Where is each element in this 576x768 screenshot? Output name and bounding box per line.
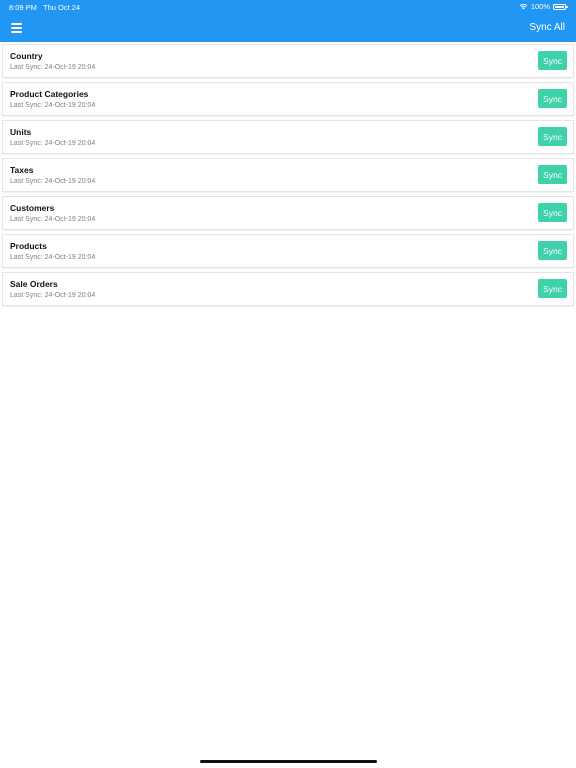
sync-customers-button[interactable]: Sync [538, 203, 567, 222]
list-item: Products Last Sync: 24-Oct-19 20:04 Sync [2, 234, 574, 268]
item-title: Product Categories [10, 89, 89, 99]
item-title: Customers [10, 203, 55, 213]
sync-units-button[interactable]: Sync [538, 127, 567, 146]
item-last-sync: Last Sync: 24-Oct-19 20:04 [10, 178, 96, 185]
sync-sale-orders-button[interactable]: Sync [538, 279, 567, 298]
app-header: 8:09 PM Thu Oct 24 100% Sync All [0, 0, 576, 42]
list-item: Customers Last Sync: 24-Oct-19 20:04 Syn… [2, 196, 574, 230]
item-last-sync: Last Sync: 24-Oct-19 20:04 [10, 292, 96, 299]
item-last-sync: Last Sync: 24-Oct-19 20:04 [10, 102, 96, 109]
sync-all-button[interactable]: Sync All [529, 22, 565, 33]
item-title: Sale Orders [10, 279, 58, 289]
list-item: Sale Orders Last Sync: 24-Oct-19 20:04 S… [2, 272, 574, 306]
item-title: Taxes [10, 165, 34, 175]
item-title: Units [10, 127, 32, 137]
list-item: Product Categories Last Sync: 24-Oct-19 … [2, 82, 574, 116]
item-last-sync: Last Sync: 24-Oct-19 20:04 [10, 140, 96, 147]
item-title: Products [10, 241, 47, 251]
sync-country-button[interactable]: Sync [538, 51, 567, 70]
status-bar: 8:09 PM Thu Oct 24 100% [0, 0, 576, 14]
sync-list: Country Last Sync: 24-Oct-19 20:04 Sync … [2, 44, 574, 310]
sync-taxes-button[interactable]: Sync [538, 165, 567, 184]
sync-product-categories-button[interactable]: Sync [538, 89, 567, 108]
item-title: Country [10, 51, 43, 61]
list-item: Units Last Sync: 24-Oct-19 20:04 Sync [2, 120, 574, 154]
list-item: Country Last Sync: 24-Oct-19 20:04 Sync [2, 44, 574, 78]
status-right: 100% [519, 2, 568, 11]
menu-icon[interactable] [11, 21, 25, 35]
item-last-sync: Last Sync: 24-Oct-19 20:04 [10, 64, 96, 71]
battery-percent: 100% [530, 2, 550, 11]
status-time: 8:09 PM [9, 3, 37, 12]
wifi-icon [519, 3, 528, 10]
item-last-sync: Last Sync: 24-Oct-19 20:04 [10, 254, 96, 261]
home-indicator[interactable] [200, 760, 377, 763]
list-item: Taxes Last Sync: 24-Oct-19 20:04 Sync [2, 158, 574, 192]
item-last-sync: Last Sync: 24-Oct-19 20:04 [10, 216, 96, 223]
sync-products-button[interactable]: Sync [538, 241, 567, 260]
battery-icon [553, 3, 568, 10]
status-date: Thu Oct 24 [43, 3, 81, 12]
